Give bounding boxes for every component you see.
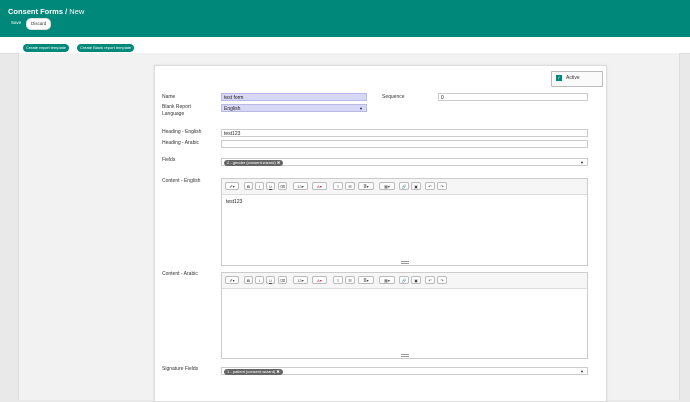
blank-report-language-label-2: Language — [162, 111, 185, 117]
fields-tag[interactable]: 2 - gender (consent.wizard) ✖ — [224, 160, 284, 166]
blank-report-language-value: English — [224, 106, 241, 112]
editor-toolbar: ✐▾ B I U ⌫ 13▾ A▾ ≡ ☰ ≣▾ ▦▾ 🔗 ▣ ↶ ↷ — [222, 273, 587, 289]
undo-icon[interactable]: ↶ — [425, 276, 435, 284]
signature-tag-label: 1 - patient (consent.wizard) — [227, 369, 276, 374]
signature-tag[interactable]: 1 - patient (consent.wizard) ✖ — [224, 369, 283, 375]
bullet-list-icon[interactable]: ≡ — [333, 276, 343, 284]
name-label: Name — [162, 94, 176, 100]
active-toggle-button[interactable]: ✓ Active — [551, 71, 603, 87]
content-english-label: Content - English — [162, 178, 201, 184]
link-icon[interactable]: 🔗 — [399, 276, 409, 284]
undo-icon[interactable]: ↶ — [425, 182, 435, 190]
active-label: Active — [566, 75, 580, 81]
italic-button[interactable]: I — [255, 276, 264, 284]
fields-many2many[interactable]: 2 - gender (consent.wizard) ✖ ▼ — [221, 158, 588, 166]
signature-fields-many2many[interactable]: 1 - patient (consent.wizard) ✖ ▼ — [221, 367, 588, 375]
heading-arabic-field[interactable] — [221, 140, 588, 148]
font-size-dropdown[interactable]: 13▾ — [293, 276, 308, 284]
image-icon[interactable]: ▣ — [411, 276, 421, 284]
dropdown-arrow-icon[interactable]: ▼ — [580, 368, 584, 376]
blank-report-language-label-1: Blank Report — [162, 104, 191, 110]
create-blank-report-template-button[interactable]: Create Blank report template — [77, 44, 135, 52]
table-dropdown[interactable]: ▦▾ — [379, 182, 395, 190]
remove-tag-icon[interactable]: ✖ — [276, 369, 279, 374]
breadcrumb: Consent Forms / New — [8, 7, 84, 16]
breadcrumb-separator: / — [65, 7, 68, 16]
fields-label: Fields — [162, 157, 176, 163]
toggle-on-icon: ✓ — [556, 75, 562, 81]
redo-icon[interactable]: ↷ — [437, 182, 447, 190]
discard-button[interactable]: Discard — [26, 18, 52, 30]
style-dropdown-button[interactable]: ✐▾ — [225, 276, 239, 284]
bold-button[interactable]: B — [244, 276, 253, 284]
signature-fields-label: Signature Fields — [162, 366, 199, 372]
content-english-text[interactable]: test123 — [226, 199, 242, 205]
underline-button[interactable]: U — [266, 276, 275, 284]
remove-tag-icon[interactable]: ✖ — [277, 160, 280, 165]
paragraph-dropdown[interactable]: ≣▾ — [358, 276, 374, 284]
sequence-label: Sequence — [382, 94, 405, 100]
style-dropdown-button[interactable]: ✐▾ — [225, 182, 239, 190]
content-english-editor[interactable]: ✐▾ B I U ⌫ 13▾ A▾ ≡ ☰ ≣▾ ▦▾ 🔗 ▣ ↶ ↷ test… — [221, 178, 588, 266]
heading-arabic-label: Heading - Arabic — [162, 140, 199, 146]
eraser-icon[interactable]: ⌫ — [278, 276, 287, 284]
top-bar: Consent Forms / New Save Discard — [0, 0, 690, 37]
fields-tag-label: 2 - gender (consent.wizard) — [227, 160, 276, 165]
chevron-down-icon: ▼ — [359, 106, 363, 111]
content-arabic-label: Content - Arabic — [162, 271, 198, 277]
heading-english-field[interactable]: test123 — [221, 129, 588, 137]
content-arabic-editor[interactable]: ✐▾ B I U ⌫ 13▾ A▾ ≡ ☰ ≣▾ ▦▾ 🔗 ▣ ↶ ↷ — [221, 272, 588, 359]
resize-handle[interactable] — [400, 354, 409, 357]
table-dropdown[interactable]: ▦▾ — [379, 276, 395, 284]
editor-toolbar: ✐▾ B I U ⌫ 13▾ A▾ ≡ ☰ ≣▾ ▦▾ 🔗 ▣ ↶ ↷ — [222, 179, 587, 195]
resize-handle[interactable] — [400, 261, 409, 264]
create-report-template-button[interactable]: Create report template — [23, 44, 70, 52]
save-button[interactable]: Save — [7, 18, 25, 28]
image-icon[interactable]: ▣ — [411, 182, 421, 190]
eraser-icon[interactable]: ⌫ — [278, 182, 287, 190]
dropdown-arrow-icon[interactable]: ▼ — [580, 159, 584, 167]
italic-button[interactable]: I — [255, 182, 264, 190]
breadcrumb-current: New — [69, 7, 85, 16]
bold-button[interactable]: B — [244, 182, 253, 190]
bullet-list-icon[interactable]: ≡ — [333, 182, 343, 190]
font-color-dropdown[interactable]: A▾ — [312, 182, 327, 190]
breadcrumb-root[interactable]: Consent Forms — [8, 7, 63, 16]
paragraph-dropdown[interactable]: ≣▾ — [358, 182, 374, 190]
font-size-dropdown[interactable]: 13▾ — [293, 182, 308, 190]
link-icon[interactable]: 🔗 — [399, 182, 409, 190]
ordered-list-icon[interactable]: ☰ — [345, 182, 355, 190]
blank-report-language-select[interactable]: English ▼ — [221, 104, 367, 112]
underline-button[interactable]: U — [266, 182, 275, 190]
sequence-field[interactable]: 0 — [438, 93, 588, 101]
font-color-dropdown[interactable]: A▾ — [312, 276, 327, 284]
redo-icon[interactable]: ↷ — [437, 276, 447, 284]
name-field[interactable]: test form — [221, 93, 367, 101]
ordered-list-icon[interactable]: ☰ — [345, 276, 355, 284]
heading-english-label: Heading - English — [162, 129, 202, 135]
